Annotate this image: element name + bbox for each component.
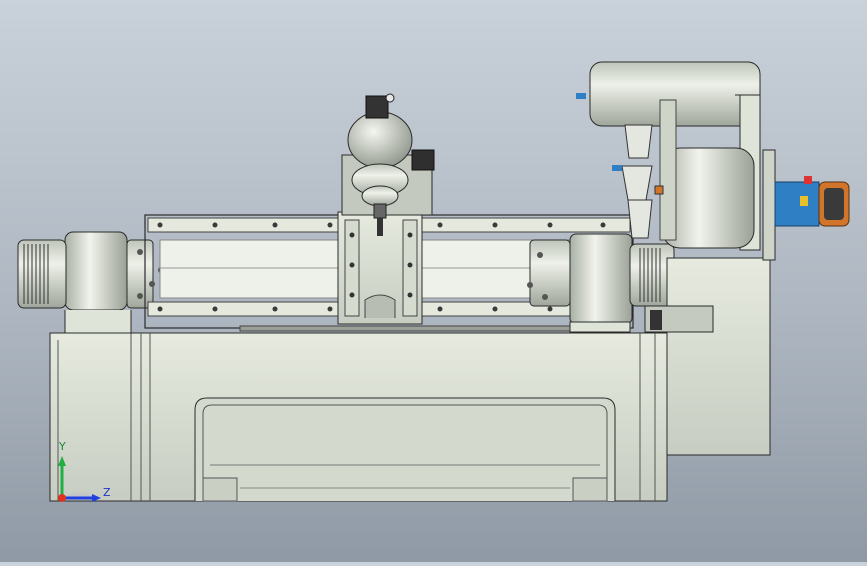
atc-motor [762, 149, 850, 261]
model-viewport[interactable]: Y Z [0, 0, 867, 562]
triad-z-label: Z [103, 486, 111, 499]
triad-y-label: Y [59, 440, 66, 453]
milling-head [341, 93, 435, 236]
machine-base [49, 332, 668, 502]
x-axis-dot [58, 494, 66, 502]
left-headstock [17, 231, 164, 334]
